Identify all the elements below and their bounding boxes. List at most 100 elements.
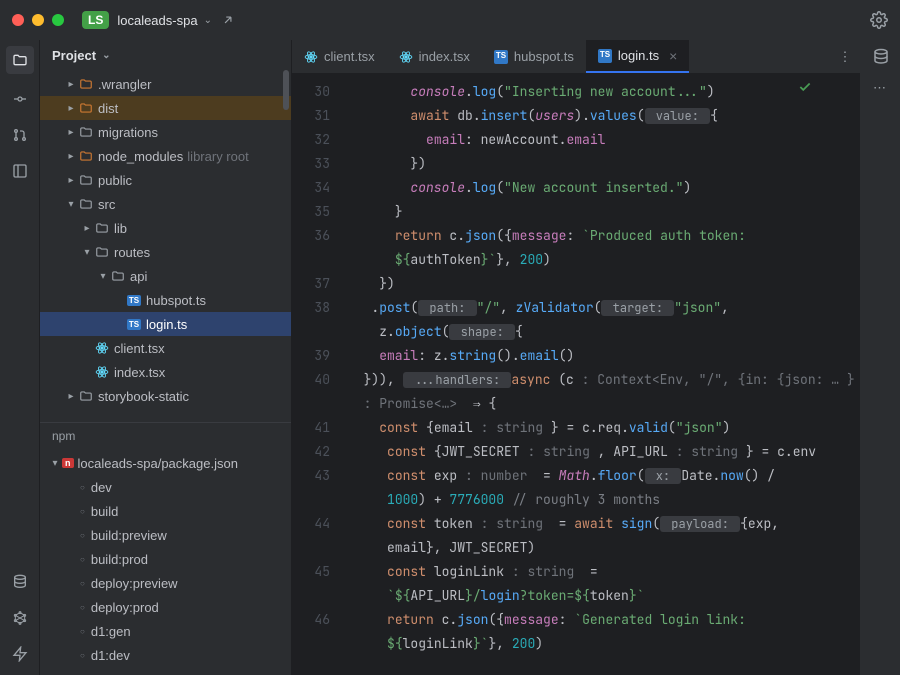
code-line[interactable]: : Promise<…> ⇒ { [348,392,860,416]
settings-icon[interactable] [870,11,888,29]
code-editor[interactable]: 30313233343536 3738 3940 414243 ●44 45 4… [292,74,860,675]
code-line[interactable]: await db.insert(users).values( value: { [348,104,860,128]
line-number [292,488,330,512]
scrollbar[interactable] [283,70,289,110]
file-icon [94,365,110,379]
npm-root[interactable]: ▾nlocaleads-spa/package.json [40,451,291,475]
file-icon [110,269,126,283]
file-icon [78,149,94,163]
code-line[interactable]: email: newAccount.email [348,128,860,152]
project-tool-icon[interactable] [6,46,34,74]
code-line[interactable]: }) [348,152,860,176]
code-line[interactable]: email: z.string().email() [348,344,860,368]
code-content[interactable]: console.log("Inserting new account...") … [340,74,860,675]
sidebar-header[interactable]: Project ⌄ [40,40,291,70]
npm-script[interactable]: ○d1:gen [40,619,291,643]
code-line[interactable]: const exp : number = Math.floor( x: Date… [348,464,860,488]
code-line[interactable]: const {email : string } = c.req.valid("j… [348,416,860,440]
code-line[interactable]: }) [348,272,860,296]
minimize-window-icon[interactable] [32,14,44,26]
tree-item[interactable]: ▾api [40,264,291,288]
maximize-window-icon[interactable] [52,14,64,26]
code-line[interactable]: } [348,200,860,224]
tree-item[interactable]: TShubspot.ts [40,288,291,312]
npm-script-label: dev [91,480,112,495]
line-number: 37 [292,272,330,296]
file-icon [78,77,94,91]
close-tab-icon[interactable]: × [669,48,677,64]
editor-tab[interactable]: TSlogin.ts× [586,40,689,73]
code-line[interactable]: console.log("Inserting new account...") [348,80,860,104]
commit-tool-icon[interactable] [9,88,31,110]
file-icon [94,245,110,259]
code-line[interactable]: .post( path: "/", zValidator( target: "j… [348,296,860,320]
code-line[interactable]: console.log("New account inserted.") [348,176,860,200]
tree-item[interactable]: ▾src [40,192,291,216]
npm-script[interactable]: ○build:prod [40,547,291,571]
tree-item[interactable]: client.tsx [40,336,291,360]
line-number [292,320,330,344]
npm-icon: n [62,458,74,468]
bullet-icon: ○ [80,651,85,660]
editor-tab[interactable]: TShubspot.ts [482,40,586,73]
line-number [292,584,330,608]
code-line[interactable]: email}, JWT_SECRET) [348,536,860,560]
chevron-icon: ▸ [64,103,78,114]
code-line[interactable]: })), ...handlers: async (c : Context<Env… [348,368,860,392]
tabs-more-icon[interactable]: ⋮ [830,40,860,73]
graphql-tool-icon[interactable] [9,607,31,629]
line-number: 32 [292,128,330,152]
tree-item[interactable]: ▾routes [40,240,291,264]
code-line[interactable]: const {JWT_SECRET : string , API_URL : s… [348,440,860,464]
tab-label: index.tsx [419,49,470,64]
npm-script[interactable]: ○dev [40,475,291,499]
database-tool-icon[interactable] [9,571,31,593]
npm-script[interactable]: ○build [40,499,291,523]
file-icon [78,197,94,211]
more-panel-icon[interactable]: ⋯ [873,80,888,96]
editor-tab[interactable]: client.tsx [292,40,387,73]
tree-item[interactable]: ▸public [40,168,291,192]
code-line[interactable]: 1000) + 7776000 // roughly 3 months [348,488,860,512]
line-number: 33 [292,152,330,176]
file-tree[interactable]: ▸.wrangler▸dist▸migrations▸node_modulesl… [40,70,291,418]
code-line[interactable]: const loginLink : string = [348,560,860,584]
npm-script[interactable]: ○deploy:preview [40,571,291,595]
structure-tool-icon[interactable] [9,160,31,182]
code-line[interactable]: ${authToken}`}, 200) [348,248,860,272]
tree-item-label: public [98,173,132,188]
bullet-icon: ○ [80,603,85,612]
code-line[interactable]: const token : string = await sign( paylo… [348,512,860,536]
npm-script[interactable]: ○d1:dev [40,643,291,667]
tree-item[interactable]: TSlogin.ts [40,312,291,336]
code-line[interactable]: return c.json({message: `Generated login… [348,608,860,632]
chevron-icon: ▾ [80,247,94,258]
services-tool-icon[interactable] [9,643,31,665]
close-window-icon[interactable] [12,14,24,26]
npm-script-label: build:prod [91,552,148,567]
npm-tree[interactable]: ▾nlocaleads-spa/package.json○dev○build○b… [40,449,291,675]
tree-item-label: storybook-static [98,389,189,404]
npm-script[interactable]: ○deploy:prod [40,595,291,619]
tree-item[interactable]: ▸dist [40,96,291,120]
code-line[interactable]: return c.json({message: `Produced auth t… [348,224,860,248]
file-icon [78,101,94,115]
pull-requests-tool-icon[interactable] [9,124,31,146]
tree-item[interactable]: ▸node_moduleslibrary root [40,144,291,168]
tree-item[interactable]: ▸lib [40,216,291,240]
code-line[interactable]: ${loginLink}`}, 200) [348,632,860,656]
code-line[interactable]: `${API_URL}/login?token=${token}` [348,584,860,608]
tree-item-label: .wrangler [98,77,151,92]
project-selector[interactable]: localeads-spa ⌄ [117,13,212,28]
tree-item[interactable]: index.tsx [40,360,291,384]
tree-item[interactable]: ▸migrations [40,120,291,144]
code-line[interactable]: z.object( shape: { [348,320,860,344]
tree-item[interactable]: ▸.wrangler [40,72,291,96]
npm-script[interactable]: ○build:preview [40,523,291,547]
database-panel-icon[interactable] [872,48,890,66]
editor-tab[interactable]: index.tsx [387,40,482,73]
line-number: 46 [292,608,330,632]
tree-item[interactable]: ▸storybook-static [40,384,291,408]
open-external-icon[interactable] [220,12,236,28]
file-icon [94,341,110,355]
